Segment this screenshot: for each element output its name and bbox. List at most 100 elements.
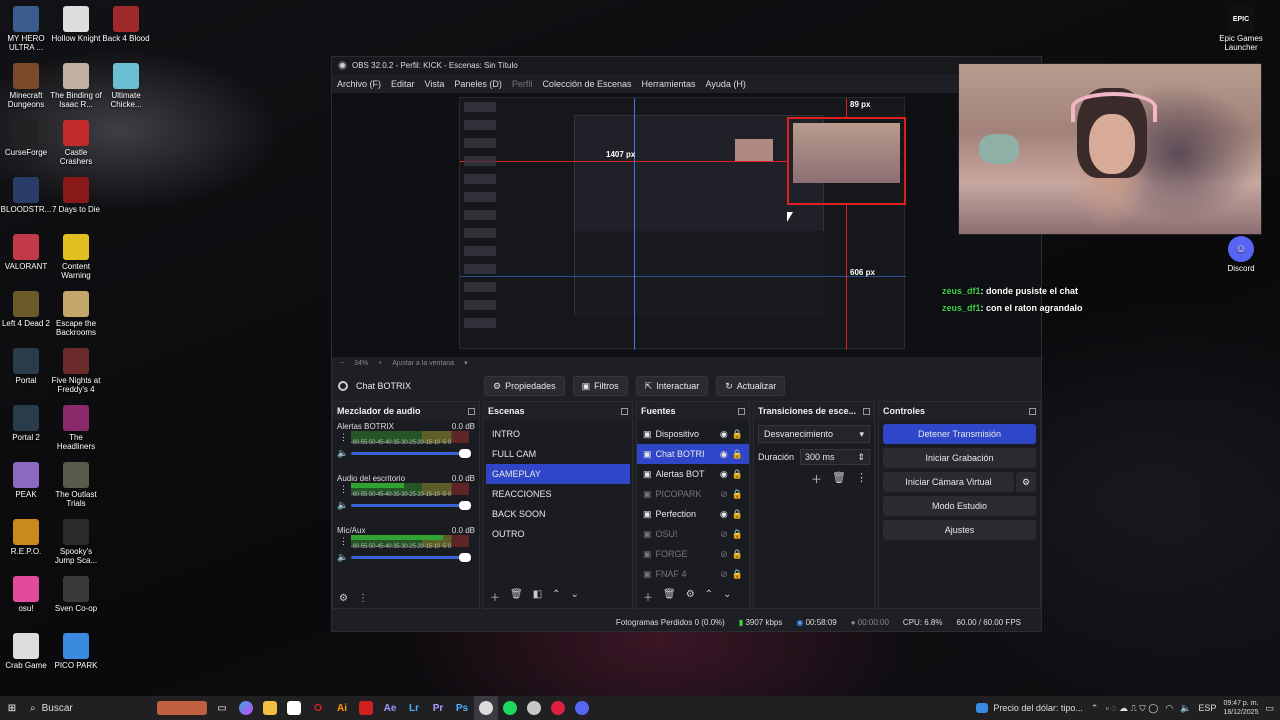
- scene-item[interactable]: OUTRO: [486, 524, 630, 544]
- zoom-fit-dropdown[interactable]: Ajustar a la ventana: [392, 360, 454, 367]
- desktop-icon[interactable]: MY HERO ULTRA ...: [0, 6, 52, 52]
- menu-coleccion-escenas[interactable]: Colección de Escenas: [542, 79, 631, 89]
- scene-filters-icon[interactable]: ◧: [533, 589, 542, 604]
- menu-paneles[interactable]: Paneles (D): [454, 79, 502, 89]
- duration-input[interactable]: 300 ms ⇕: [800, 449, 870, 465]
- source-item[interactable]: ▣ FORGE ⊘ 🔒: [637, 544, 749, 564]
- desktop-icon[interactable]: The Outlast Trials: [50, 462, 102, 508]
- undock-icon[interactable]: [863, 407, 870, 415]
- spotify-icon[interactable]: [498, 696, 522, 720]
- desktop-icon[interactable]: Five Nights at Freddy's 4: [50, 348, 102, 394]
- slider-knob[interactable]: [459, 501, 471, 510]
- properties-button[interactable]: ⚙ Propiedades: [484, 376, 565, 396]
- speaker-icon[interactable]: 🔈: [337, 448, 348, 459]
- menu-herramientas[interactable]: Herramientas: [642, 79, 696, 89]
- tray-icons[interactable]: ▫ ◌ ☁ ⎍ ⛉ ◯: [1105, 703, 1158, 714]
- move-down-icon[interactable]: ⌄: [723, 589, 731, 604]
- scene-item[interactable]: FULL CAM: [486, 444, 630, 464]
- stop-stream-button[interactable]: Detener Transmisión: [883, 424, 1036, 444]
- lock-icon[interactable]: 🔒: [732, 529, 743, 540]
- news-widget[interactable]: Precio del dólar: tipo...: [976, 703, 1091, 713]
- obs-title-bar[interactable]: OBS 32.0.2 - Perfil: KICK - Escenas: Sin…: [332, 57, 1041, 74]
- desktop-icon[interactable]: osu!: [0, 576, 52, 613]
- desktop-icon[interactable]: Minecraft Dungeons: [0, 63, 52, 109]
- eye-hidden-icon[interactable]: ⊘: [720, 529, 728, 540]
- desktop-icon[interactable]: Back 4 Blood: [100, 6, 152, 43]
- desktop-icon-discord[interactable]: ☺ Discord: [1215, 236, 1267, 273]
- desktop-icon[interactable]: Portal 2: [0, 405, 52, 442]
- desktop-icon[interactable]: BLOODSTR...: [0, 177, 52, 214]
- photoshop-icon[interactable]: Ps: [450, 696, 474, 720]
- move-down-icon[interactable]: ⌄: [571, 589, 579, 604]
- wifi-icon[interactable]: ◠: [1165, 703, 1173, 714]
- remove-transition-icon[interactable]: 🗑: [832, 471, 846, 487]
- premiere-icon[interactable]: Pr: [426, 696, 450, 720]
- desktop-icon[interactable]: The Binding of Isaac R...: [50, 63, 102, 109]
- zoom-out-button[interactable]: −: [340, 360, 344, 367]
- obs-taskbar-icon[interactable]: [474, 696, 498, 720]
- desktop-icon[interactable]: Escape the Backrooms: [50, 291, 102, 337]
- source-item[interactable]: ▣ PICOPARK ⊘ 🔒: [637, 484, 749, 504]
- preview-canvas[interactable]: 89 px 1407 px 606 px: [459, 97, 906, 350]
- channel-menu-icon[interactable]: ⋮: [339, 484, 348, 495]
- acrobat-icon[interactable]: [354, 696, 378, 720]
- transition-menu-icon[interactable]: ⋮: [856, 471, 867, 487]
- illustrator-icon[interactable]: Ai: [330, 696, 354, 720]
- slider-knob[interactable]: [459, 553, 471, 562]
- copilot-icon[interactable]: [234, 696, 258, 720]
- add-transition-icon[interactable]: ＋: [811, 471, 822, 487]
- source-item[interactable]: ▣ Chat BOTRI ◉ 🔒: [637, 444, 749, 464]
- notifications-icon[interactable]: ▭: [1265, 703, 1274, 714]
- desktop-icon[interactable]: Portal: [0, 348, 52, 385]
- menu-editar[interactable]: Editar: [391, 79, 415, 89]
- lock-icon[interactable]: 🔒: [732, 489, 743, 500]
- source-properties-icon[interactable]: ⚙: [686, 589, 695, 604]
- volume-icon[interactable]: 🔈: [1180, 703, 1191, 714]
- eye-icon[interactable]: ◉: [720, 449, 728, 460]
- eye-icon[interactable]: ◉: [720, 509, 728, 520]
- opera-icon[interactable]: O: [306, 696, 330, 720]
- channel-menu-icon[interactable]: ⋮: [339, 432, 348, 443]
- steam-icon[interactable]: [522, 696, 546, 720]
- clock[interactable]: 09:47 p. m. 18/12/2025: [1223, 699, 1258, 717]
- lock-icon[interactable]: 🔒: [732, 469, 743, 480]
- desktop-icon[interactable]: 7 Days to Die: [50, 177, 102, 214]
- task-view-icon[interactable]: ▭: [210, 696, 234, 720]
- transition-select[interactable]: Desvanecimiento ▾: [758, 425, 870, 443]
- eye-hidden-icon[interactable]: ⊘: [720, 549, 728, 560]
- desktop-icon[interactable]: R.E.P.O.: [0, 519, 52, 556]
- desktop-icon-epic-games[interactable]: EPIC Epic Games Launcher: [1215, 6, 1267, 52]
- settings-button[interactable]: Ajustes: [883, 520, 1036, 540]
- slider-knob[interactable]: [459, 449, 471, 458]
- volume-slider[interactable]: [351, 449, 471, 458]
- after-effects-icon[interactable]: Ae: [378, 696, 402, 720]
- source-item[interactable]: ▣ Alertas BOT ◉ 🔒: [637, 464, 749, 484]
- menu-perfil[interactable]: Perfil: [512, 79, 533, 89]
- desktop-icon[interactable]: VALORANT: [0, 234, 52, 271]
- scene-item[interactable]: GAMEPLAY: [486, 464, 630, 484]
- undock-icon[interactable]: [621, 407, 628, 415]
- scene-item[interactable]: BACK SOON: [486, 504, 630, 524]
- virtual-camera-settings-icon[interactable]: ⚙: [1016, 472, 1036, 492]
- undock-icon[interactable]: [1029, 407, 1036, 415]
- channel-menu-icon[interactable]: ⋮: [339, 536, 348, 547]
- scene-item[interactable]: REACCIONES: [486, 484, 630, 504]
- refresh-button[interactable]: ↻ Actualizar: [716, 376, 786, 396]
- discord-taskbar-icon[interactable]: [570, 696, 594, 720]
- eye-hidden-icon[interactable]: ⊘: [720, 489, 728, 500]
- desktop-icon[interactable]: Castle Crashers: [50, 120, 102, 166]
- add-scene-icon[interactable]: ＋: [490, 589, 500, 604]
- menu-ayuda[interactable]: Ayuda (H): [706, 79, 746, 89]
- desktop-icon[interactable]: Content Warning: [50, 234, 102, 280]
- lightroom-icon[interactable]: Lr: [402, 696, 426, 720]
- store-icon[interactable]: [282, 696, 306, 720]
- move-up-icon[interactable]: ⌃: [705, 589, 713, 604]
- desktop-icon[interactable]: Left 4 Dead 2: [0, 291, 52, 328]
- source-selection-box[interactable]: [787, 117, 906, 205]
- speaker-icon[interactable]: 🔈: [337, 552, 348, 563]
- preview-area[interactable]: 89 px 1407 px 606 px: [332, 93, 1041, 357]
- studio-mode-button[interactable]: Modo Estudio: [883, 496, 1036, 516]
- windows-start-icon[interactable]: ⊞: [0, 696, 24, 720]
- menu-archivo[interactable]: Archivo (F): [337, 79, 381, 89]
- desktop-icon[interactable]: PICO PARK: [50, 633, 102, 670]
